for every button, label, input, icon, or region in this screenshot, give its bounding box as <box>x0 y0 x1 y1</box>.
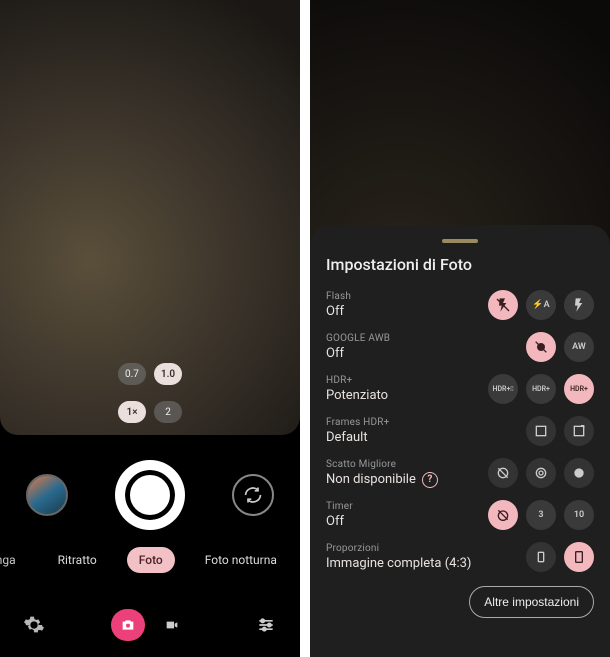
switch-camera-button[interactable] <box>232 474 274 516</box>
mode-photo[interactable]: Foto <box>127 547 175 573</box>
settings-button[interactable] <box>18 609 50 641</box>
hdr-on-icon: HDR+ <box>532 385 550 393</box>
mode-long-exposure[interactable]: ione lunga <box>0 547 28 573</box>
best-value: Non disponibile ? <box>326 472 438 488</box>
video-mode-button[interactable] <box>155 609 189 641</box>
hdr-on-option[interactable]: HDR+ <box>526 374 556 404</box>
awb-label: GOOGLE AWB <box>326 333 390 344</box>
photo-video-toggle <box>111 609 189 641</box>
frames-default-option[interactable] <box>526 416 556 446</box>
awb-value: Off <box>326 346 390 361</box>
setting-best-shot: Scatto Migliore Non disponibile ? <box>326 452 594 494</box>
flash-on-icon <box>571 297 587 313</box>
best-auto-option[interactable] <box>526 458 556 488</box>
sliders-icon <box>256 615 276 635</box>
setting-awb: GOOGLE AWB Off AW <box>326 326 594 368</box>
zoom-1-0[interactable]: 1.0 <box>154 363 182 385</box>
video-icon <box>164 617 180 633</box>
frames-max-option[interactable] <box>564 416 594 446</box>
gear-icon <box>23 614 45 636</box>
hdr-off-icon: HDR+⃠ <box>493 385 514 393</box>
flash-on-option[interactable] <box>564 290 594 320</box>
flash-auto-option[interactable]: ⚡A <box>526 290 556 320</box>
camera-screen-main: 0.7 1.0 1× 2 ione lunga Ritratto Foto Fo… <box>0 0 300 657</box>
flash-off-icon <box>495 297 511 313</box>
photo-mode-button[interactable] <box>111 609 145 641</box>
best-off-option[interactable] <box>488 458 518 488</box>
awb-on-option[interactable]: AW <box>564 332 594 362</box>
camera-icon <box>120 617 136 633</box>
best-on-option[interactable] <box>564 458 594 488</box>
viewfinder[interactable]: 0.7 1.0 1× 2 <box>0 0 300 435</box>
zoom-0-7[interactable]: 0.7 <box>118 363 146 385</box>
awb-on-icon: AW <box>572 342 586 352</box>
awb-off-icon <box>533 339 549 355</box>
timer-3s-option[interactable]: 3 <box>526 500 556 530</box>
sheet-title: Impostazioni di Foto <box>326 255 594 274</box>
hdr-enhanced-icon: HDR+ <box>570 385 588 393</box>
quick-settings-button[interactable] <box>250 609 282 641</box>
camera-screen-settings: 0.7 1.0 Ritratto Foto Foto n Impostazion… <box>310 0 610 657</box>
hdr-off-option[interactable]: HDR+⃠ <box>488 374 518 404</box>
timer-10s-option[interactable]: 10 <box>564 500 594 530</box>
setting-timer: Timer Off 3 10 <box>326 494 594 536</box>
ratio-label: Proporzioni <box>326 543 471 554</box>
best-on-icon <box>571 465 587 481</box>
ratio-full-option[interactable] <box>564 542 594 572</box>
gallery-thumbnail[interactable] <box>26 474 68 516</box>
ratio-wide-icon <box>533 549 549 565</box>
hdr-label: HDR+ <box>326 375 388 386</box>
frame-default-icon <box>533 423 549 439</box>
more-settings-button[interactable]: Altre impostazioni <box>469 586 594 618</box>
flash-auto-icon: ⚡A <box>532 300 549 310</box>
mode-night[interactable]: Foto notturna <box>193 547 289 573</box>
hdr-value: Potenziato <box>326 388 388 403</box>
best-off-icon <box>495 465 511 481</box>
zoom-preset-row: 0.7 1.0 <box>118 363 182 385</box>
setting-frames: Frames HDR+ Default <box>326 410 594 452</box>
setting-flash: Flash Off ⚡A <box>326 284 594 326</box>
shutter-button[interactable] <box>120 465 180 525</box>
flash-off-option[interactable] <box>488 290 518 320</box>
zoom-lens-row: 1× 2 <box>118 401 182 423</box>
shutter-row <box>0 460 300 530</box>
lens-1x[interactable]: 1× <box>118 401 146 423</box>
mode-portrait[interactable]: Ritratto <box>46 547 109 573</box>
timer-10s-icon: 10 <box>574 510 584 520</box>
ratio-value: Immagine completa (4:3) <box>326 556 471 571</box>
awb-off-option[interactable] <box>526 332 556 362</box>
frame-max-icon <box>571 423 587 439</box>
timer-off-icon <box>495 507 511 523</box>
best-auto-icon <box>533 465 549 481</box>
frames-label: Frames HDR+ <box>326 417 389 428</box>
frames-value: Default <box>326 430 389 445</box>
footer-bar <box>0 592 300 657</box>
timer-off-option[interactable] <box>488 500 518 530</box>
flash-value: Off <box>326 304 351 319</box>
hdr-enhanced-option[interactable]: HDR+ <box>564 374 594 404</box>
switch-camera-icon <box>243 485 263 505</box>
ratio-full-icon <box>571 549 587 565</box>
timer-value: Off <box>326 514 353 529</box>
photo-settings-sheet: Impostazioni di Foto Flash Off ⚡A GOOGLE… <box>310 225 610 657</box>
ratio-wide-option[interactable] <box>526 542 556 572</box>
timer-3s-icon: 3 <box>538 510 543 520</box>
setting-hdr: HDR+ Potenziato HDR+⃠ HDR+ HDR+ <box>326 368 594 410</box>
help-icon[interactable]: ? <box>422 472 438 488</box>
lens-2x[interactable]: 2 <box>154 401 182 423</box>
sheet-handle[interactable] <box>442 239 478 243</box>
flash-label: Flash <box>326 291 351 302</box>
timer-label: Timer <box>326 501 353 512</box>
mode-carousel[interactable]: ione lunga Ritratto Foto Foto notturna P… <box>0 540 300 580</box>
best-label: Scatto Migliore <box>326 459 438 470</box>
setting-ratio: Proporzioni Immagine completa (4:3) <box>326 536 594 578</box>
